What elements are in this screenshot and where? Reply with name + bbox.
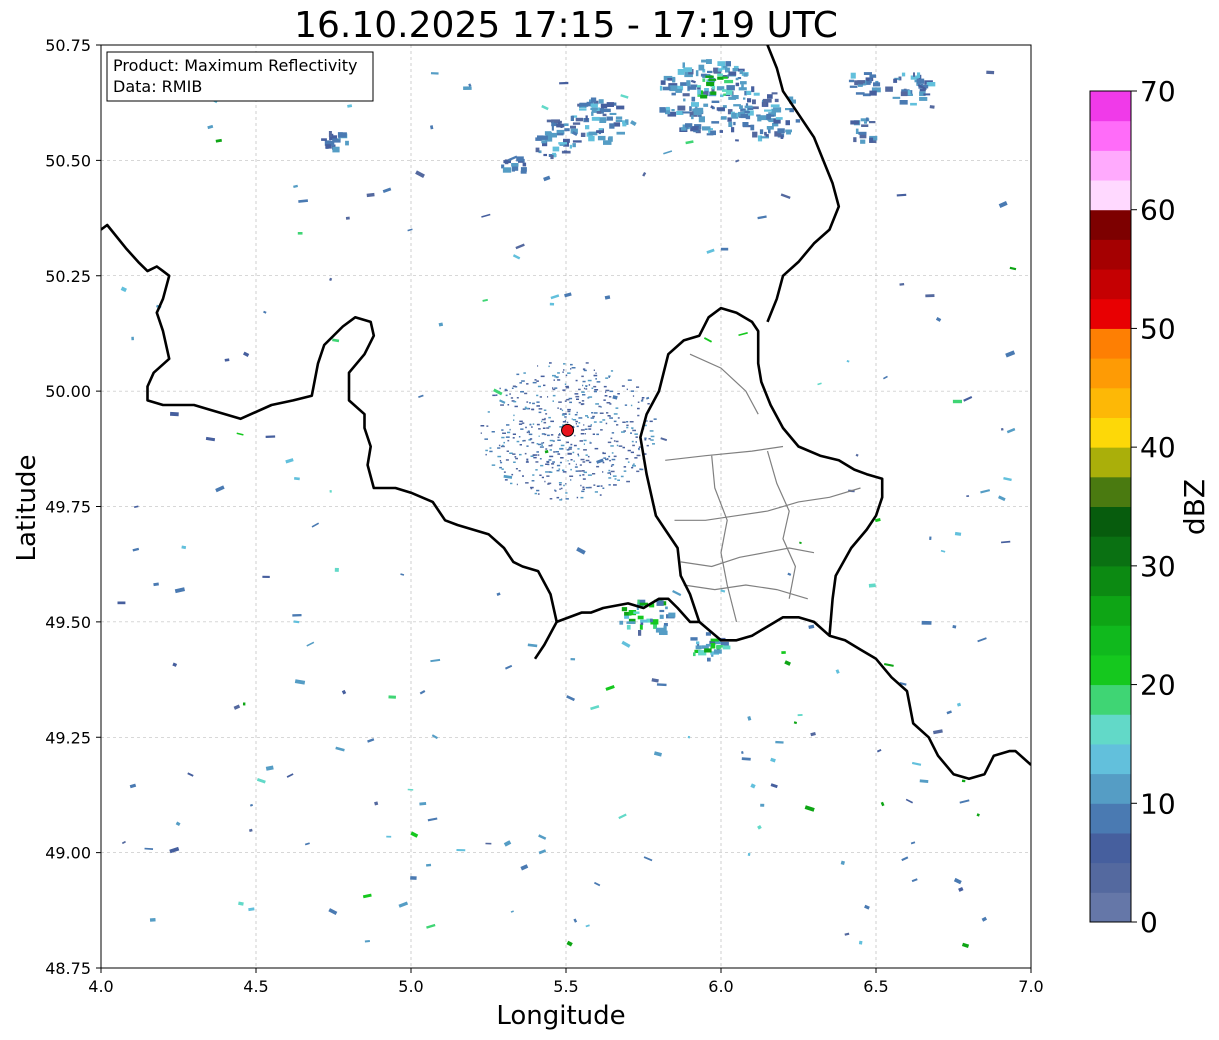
x-tick-label: 6.0 [708,977,733,996]
x-tick-label: 5.5 [553,977,578,996]
y-tick-label: 49.50 [45,613,91,632]
info-product-text: Product: Maximum Reflectivity [113,56,357,75]
y-tick-label: 49.00 [45,844,91,863]
colorbar [1089,90,1132,923]
colorbar-tick-label: 60 [1140,194,1176,227]
x-axis-label: Longitude [496,1001,625,1031]
colorbar-segment [1090,209,1131,240]
colorbar-segment [1090,120,1131,151]
radar-site-dot [561,423,575,437]
x-tick-label: 5.0 [398,977,423,996]
colorbar-segment [1090,565,1131,597]
radar-site-marker [561,423,575,437]
colorbar-segment [1090,892,1131,923]
colorbar-segment [1090,832,1131,864]
figure-title: 16.10.2025 17:15 - 17:19 UTC [294,5,838,46]
colorbar-segment [1090,358,1131,389]
colorbar-segment [1090,91,1131,122]
colorbar-tick-label: 10 [1140,787,1176,820]
colorbar-segment [1090,684,1131,715]
colorbar-tick-label: 50 [1140,312,1176,345]
colorbar-label: dBZ [1178,479,1211,535]
x-tick-label: 4.5 [243,977,268,996]
y-tick-label: 49.75 [45,498,91,517]
colorbar-segment [1090,743,1131,775]
colorbar-segment [1090,714,1131,745]
colorbar-segment [1090,654,1131,686]
colorbar-segment [1090,180,1131,211]
colorbar-segment [1090,862,1131,893]
colorbar-tick-label: 20 [1140,669,1176,702]
colorbar-segment [1090,298,1131,329]
colorbar-segment [1090,536,1131,567]
colorbar-tick-label: 70 [1140,75,1176,108]
y-axis-ticks: 48.75 49.00 49.25 49.50 49.75 50.00 50.25 50.50… [45,36,101,978]
y-tick-label: 50.00 [45,382,91,401]
colorbar-tick-label: 30 [1140,550,1176,583]
y-tick-label: 50.75 [45,36,91,55]
colorbar-segment [1090,803,1131,834]
y-tick-label: 50.25 [45,267,91,286]
colorbar-tick-label: 0 [1140,906,1158,939]
colorbar-segment [1090,773,1131,804]
y-tick-label: 50.50 [45,151,91,170]
colorbar-segment [1090,328,1131,359]
info-box: Product: Maximum Reflectivity Data: RMIB [106,51,374,102]
colorbar-segment [1090,595,1131,626]
colorbar-segment [1090,506,1131,537]
colorbar-ticks: 0 10 20 30 40 50 60 70 [1131,75,1176,939]
radar-map-figure: 16.10.2025 17:15 - 17:19 UTC 4.0 4.5 5.0 5.… [12,5,1211,1031]
x-tick-label: 4.0 [88,977,113,996]
colorbar-segment [1090,447,1131,478]
colorbar-segment [1090,387,1131,418]
colorbar-segment [1090,239,1131,270]
colorbar-segment [1090,417,1131,448]
info-data-text: Data: RMIB [113,77,202,96]
y-tick-label: 49.25 [45,728,91,747]
x-axis-ticks: 4.0 4.5 5.0 5.5 6.0 6.5 7.0 [88,968,1044,996]
colorbar-segment [1090,150,1131,181]
x-tick-label: 7.0 [1018,977,1043,996]
colorbar-tick-label: 40 [1140,431,1176,464]
y-tick-label: 48.75 [45,959,91,978]
colorbar-segment [1090,625,1131,656]
colorbar-segment [1090,476,1131,507]
colorbar-segment [1090,269,1131,300]
y-axis-label: Latitude [12,454,42,561]
x-tick-label: 6.5 [863,977,888,996]
